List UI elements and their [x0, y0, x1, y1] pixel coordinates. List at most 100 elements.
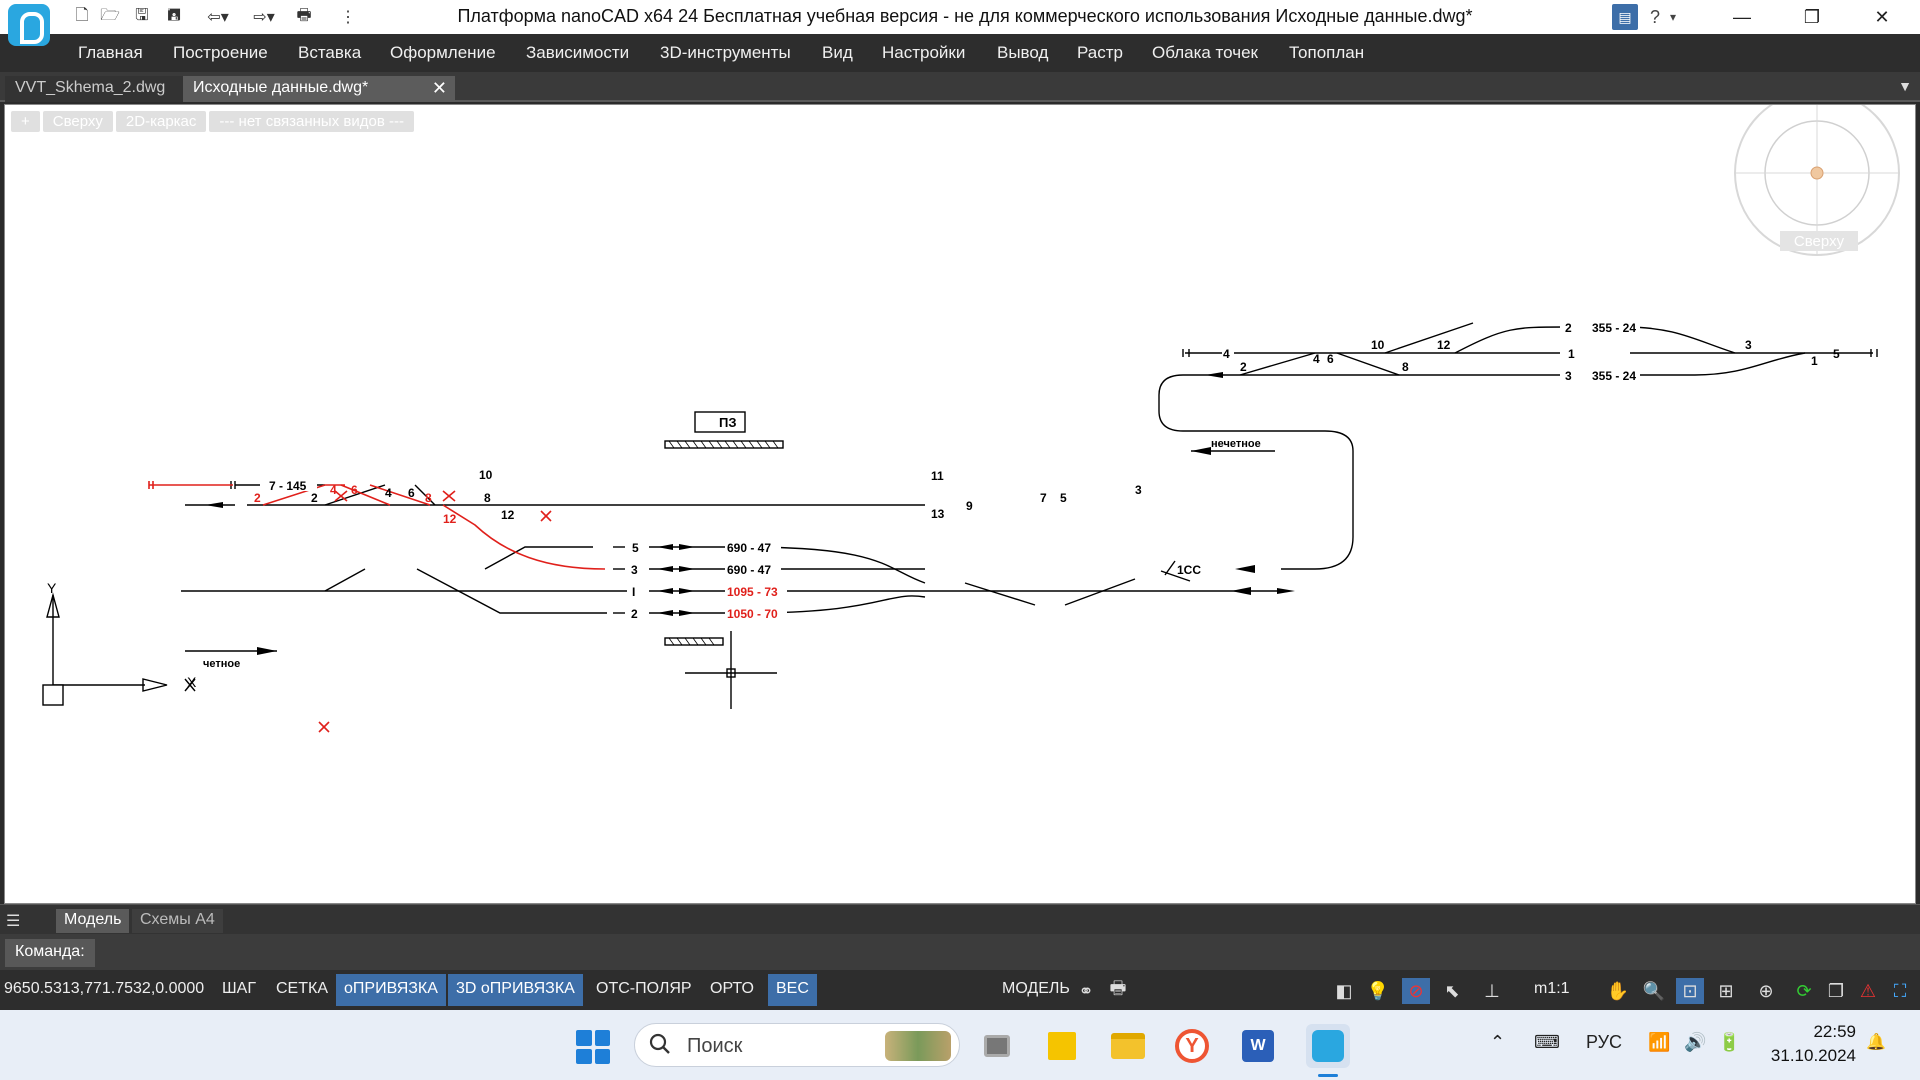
errors-icon[interactable]: ⚠: [1854, 978, 1882, 1004]
wifi-icon[interactable]: 📶: [1648, 1032, 1670, 1053]
word-icon[interactable]: W: [1236, 1024, 1280, 1068]
window-title: Платформа nanoCAD x64 24 Бесплатная учеб…: [457, 6, 1473, 26]
menu-output[interactable]: Вывод: [997, 43, 1048, 63]
model-space-toggle[interactable]: МОДЕЛЬ: [994, 974, 1078, 1006]
ucs-y-label: Y: [47, 580, 57, 596]
upper-track-3: 3: [1565, 369, 1572, 383]
minimize-button[interactable]: —: [1712, 0, 1772, 34]
redo-icon[interactable]: ⇨▾: [244, 5, 284, 29]
save-as-icon[interactable]: 🖪: [162, 5, 186, 29]
ucs-icon[interactable]: ⊥: [1478, 978, 1506, 1004]
menu-settings[interactable]: Настройки: [882, 43, 965, 63]
switch-6-red: 6: [351, 483, 358, 497]
nanocad-logo[interactable]: [8, 4, 50, 46]
task-view-icon[interactable]: [975, 1024, 1019, 1068]
pan-icon[interactable]: ✋: [1604, 978, 1632, 1004]
keyboard-icon[interactable]: ⌨: [1534, 1032, 1560, 1053]
upper-track-5: 5: [1833, 347, 1840, 361]
notifications-icon[interactable]: 🔔: [1866, 1032, 1886, 1052]
menu-view[interactable]: Вид: [822, 43, 853, 63]
3d-osnap-toggle[interactable]: 3D оПРИВЯЗКА: [448, 974, 583, 1006]
lineweight-toggle[interactable]: ВЕС: [768, 974, 817, 1006]
close-window-button[interactable]: ✕: [1852, 0, 1912, 34]
file-explorer-icon[interactable]: [1106, 1024, 1150, 1068]
help-button[interactable]: ? ▾: [1650, 4, 1676, 30]
upper-track-2-length: 355 - 24: [1592, 321, 1636, 335]
ortho-toggle[interactable]: ОРТО: [702, 974, 762, 1006]
print-icon[interactable]: 🖶: [292, 5, 316, 29]
view-cube[interactable]: Сверху: [1734, 105, 1900, 256]
language-indicator[interactable]: РУС: [1586, 1032, 1622, 1053]
drawing-canvas[interactable]: + Сверху 2D-каркас --- нет связанных вид…: [4, 104, 1916, 904]
search-highlight-image: [885, 1031, 951, 1061]
maximize-button[interactable]: ❐: [1782, 0, 1842, 34]
yandex-browser-icon[interactable]: Y: [1170, 1024, 1214, 1068]
upper-track-2: 2: [1565, 321, 1572, 335]
layout-tab-model[interactable]: Модель: [56, 909, 130, 933]
nanocad-taskbar-icon[interactable]: [1306, 1024, 1350, 1068]
save-icon[interactable]: 🖫: [130, 5, 154, 29]
fullscreen-icon[interactable]: ⛶: [1886, 978, 1914, 1004]
railway-station-scheme: Сверху 5 3 I 2 690 - 47 690 - 47 1095 - …: [42, 105, 1900, 733]
layout-tab-schemes-a4[interactable]: Схемы А4: [132, 909, 223, 933]
layer-icon[interactable]: ◧: [1330, 978, 1358, 1004]
battery-icon[interactable]: 🔋: [1718, 1032, 1740, 1053]
switch-4: 4: [385, 486, 392, 500]
annotation-scale[interactable]: m1:1: [1534, 980, 1570, 998]
upper-track-3-length: 355 - 24: [1592, 369, 1636, 383]
doc-tab-vvt-skhema[interactable]: VVT_Skhema_2.dwg: [5, 76, 183, 102]
status-bar: 9650.5313,771.7532,0.0000 ШАГ СЕТКА оПРИ…: [0, 970, 1920, 1010]
zoom-extents-icon[interactable]: ⊞: [1712, 978, 1740, 1004]
taskbar-clock[interactable]: 22:59 31.10.2024: [1760, 1020, 1856, 1068]
search-placeholder: Поиск: [687, 1035, 743, 1057]
switch-11: 11: [931, 469, 944, 483]
chevron-up-icon[interactable]: ⌃: [1490, 1032, 1505, 1053]
upper-switch-6: 6: [1327, 352, 1334, 366]
windows-start-icon[interactable]: [576, 1030, 610, 1064]
command-line[interactable]: Команда:: [0, 934, 1920, 970]
tab-overflow-icon[interactable]: ▼: [1898, 78, 1912, 94]
volume-icon[interactable]: 🔊: [1684, 1032, 1706, 1053]
switch-12: 12: [501, 508, 515, 522]
menu-insert[interactable]: Вставка: [298, 43, 361, 63]
menu-point-clouds[interactable]: Облака точек: [1152, 43, 1258, 63]
regen-icon[interactable]: ⟳: [1790, 978, 1818, 1004]
viewport-icon[interactable]: ⚭: [1072, 978, 1100, 1004]
taskbar-search[interactable]: Поиск: [634, 1023, 960, 1067]
doc-tab-source-data[interactable]: Исходные данные.dwg* ✕: [183, 76, 455, 102]
upper-switch-10: 10: [1371, 338, 1385, 352]
menu-raster[interactable]: Растр: [1077, 43, 1123, 63]
menu-home[interactable]: Главная: [78, 43, 143, 63]
switch-5: 5: [1060, 491, 1067, 505]
sticky-notes-icon[interactable]: [1040, 1024, 1084, 1068]
zoom-window-icon[interactable]: ⊡: [1676, 978, 1704, 1004]
zoom-icon[interactable]: 🔍: [1640, 978, 1668, 1004]
ribbon-toggle-icon[interactable]: ▤: [1612, 4, 1638, 30]
bulb-icon[interactable]: 💡: [1364, 978, 1392, 1004]
windows-icon[interactable]: ❐: [1822, 978, 1850, 1004]
menu-build[interactable]: Построение: [173, 43, 268, 63]
active-app-indicator: [1318, 1074, 1338, 1077]
grid-toggle[interactable]: СЕТКА: [268, 974, 336, 1006]
menu-3d-tools[interactable]: 3D-инструменты: [660, 43, 791, 63]
clock-time: 22:59: [1813, 1022, 1856, 1041]
orbit-icon[interactable]: ⊕: [1752, 978, 1780, 1004]
new-file-icon[interactable]: 🗋: [70, 5, 94, 29]
polar-tracking-toggle[interactable]: ОТС-ПОЛЯР: [588, 974, 700, 1006]
upper-switch-2: 2: [1240, 360, 1247, 374]
menu-constraints[interactable]: Зависимости: [526, 43, 629, 63]
layouts-menu-icon[interactable]: ☰: [6, 911, 28, 930]
cursor-select-icon[interactable]: ⬉: [1438, 978, 1466, 1004]
compass-icon[interactable]: ⊘: [1402, 978, 1430, 1004]
menu-bar: Главная Построение Вставка Оформление За…: [0, 34, 1920, 72]
close-icon[interactable]: ✕: [432, 78, 447, 99]
snap-toggle[interactable]: ШАГ: [214, 974, 264, 1006]
undo-icon[interactable]: ⇦▾: [198, 5, 238, 29]
printer-icon[interactable]: 🖶: [1104, 978, 1132, 1004]
menu-topoplan[interactable]: Топоплан: [1289, 43, 1364, 63]
open-folder-icon[interactable]: 🗁: [98, 5, 122, 29]
pz-label: ПЗ: [719, 415, 737, 430]
osnap-toggle[interactable]: оПРИВЯЗКА: [336, 974, 446, 1006]
menu-format[interactable]: Оформление: [390, 43, 496, 63]
signal-1cc: 1СС: [1177, 563, 1201, 577]
